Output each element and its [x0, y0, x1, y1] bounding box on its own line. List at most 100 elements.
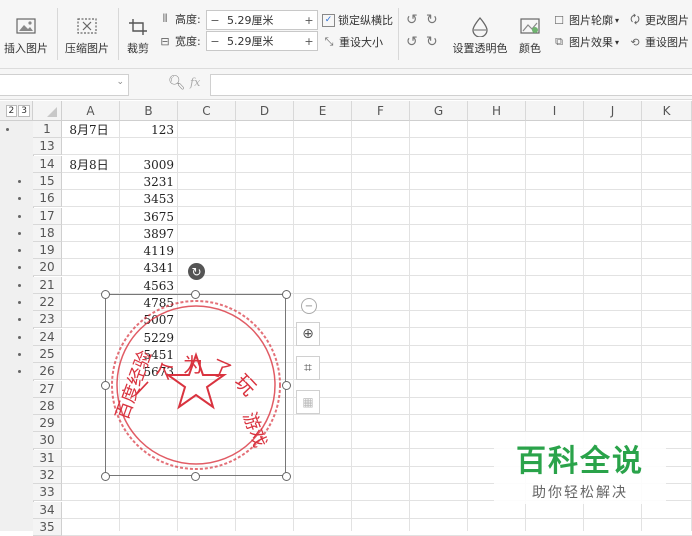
width-value[interactable]: 5.29厘米: [223, 33, 301, 49]
cell-b14[interactable]: 3009: [120, 156, 174, 173]
row-header-29[interactable]: 29: [33, 415, 62, 432]
row-header-20[interactable]: 20: [33, 259, 62, 276]
row-header-28[interactable]: 28: [33, 398, 62, 415]
reset-picture-button[interactable]: ⟲ 重设图片: [628, 34, 689, 50]
column-header-a[interactable]: A: [62, 101, 120, 121]
column-gridline: [409, 121, 410, 531]
rotate-left-icon: ↺: [406, 12, 418, 28]
row-header-25[interactable]: 25: [33, 346, 62, 363]
height-spinner[interactable]: − 5.29厘米 +: [206, 10, 318, 30]
row-header-17[interactable]: 17: [33, 208, 62, 225]
row-header-14[interactable]: 14: [33, 156, 62, 173]
cell-b20[interactable]: 4341: [120, 259, 174, 276]
column-header-c[interactable]: C: [178, 101, 236, 121]
height-icon: ⫴: [162, 12, 168, 25]
cell-a14[interactable]: 8月8日: [62, 156, 116, 173]
rotate-right-icon: ↻: [426, 12, 438, 28]
name-box-dropdown-icon[interactable]: ⌄: [116, 77, 124, 87]
row-header-32[interactable]: 32: [33, 467, 62, 484]
row-header-21[interactable]: 21: [33, 277, 62, 294]
resize-handle[interactable]: [100, 380, 110, 390]
cell-b19[interactable]: 4119: [120, 242, 174, 259]
row-header-1[interactable]: 1: [33, 121, 62, 138]
column-header-f[interactable]: F: [352, 101, 410, 121]
picture-outline-button[interactable]: ☐ 图片轮廓 ▾: [552, 12, 619, 28]
row-header-16[interactable]: 16: [33, 190, 62, 207]
rotate-left-button[interactable]: ↺: [406, 12, 418, 28]
height-value[interactable]: 5.29厘米: [223, 12, 301, 28]
row-header-33[interactable]: 33: [33, 484, 62, 501]
row-header-35[interactable]: 35: [33, 519, 62, 536]
row-header-19[interactable]: 19: [33, 242, 62, 259]
row-header-24[interactable]: 24: [33, 329, 62, 346]
row-header-31[interactable]: 31: [33, 450, 62, 467]
color-button[interactable]: 颜色: [514, 10, 546, 56]
fx-icon[interactable]: fx: [190, 76, 200, 89]
row-header-26[interactable]: 26: [33, 363, 62, 380]
row-header-18[interactable]: 18: [33, 225, 62, 242]
flip-horizontal-button[interactable]: ↻: [426, 34, 438, 50]
row-header-15[interactable]: 15: [33, 173, 62, 190]
picture-effects-button[interactable]: ⧉ 图片效果 ▾: [552, 34, 619, 50]
height-decrease-button[interactable]: −: [207, 14, 223, 27]
zoom-in-picture-button[interactable]: ⊕: [296, 322, 320, 346]
reset-size-button[interactable]: ⤡ 重设大小: [322, 34, 383, 50]
flip-vertical-button[interactable]: ↺: [406, 34, 418, 50]
outline-level-2-button[interactable]: 2: [5, 104, 18, 117]
select-all-corner[interactable]: [33, 101, 62, 121]
picture-selection-frame: [105, 294, 286, 476]
row-header-34[interactable]: 34: [33, 502, 62, 519]
cell-b16[interactable]: 3453: [120, 190, 174, 207]
reset-size-icon: ⤡: [324, 35, 334, 48]
crop-button[interactable]: 裁剪: [122, 10, 154, 56]
cell-b15[interactable]: 3231: [120, 173, 174, 190]
column-header-e[interactable]: E: [294, 101, 352, 121]
crop-picture-button[interactable]: ⌗: [296, 356, 320, 380]
name-box[interactable]: ⌄: [0, 74, 129, 96]
outline-level-3-button[interactable]: 3: [18, 104, 30, 117]
height-increase-button[interactable]: +: [301, 14, 317, 27]
formula-bar: ⌄ 🔍︎ fx: [0, 69, 692, 100]
cell-b1[interactable]: 123: [120, 121, 174, 138]
cell-b21[interactable]: 4563: [120, 277, 174, 294]
row-header-13[interactable]: 13: [33, 138, 62, 155]
collapse-toolbar-icon[interactable]: −: [301, 298, 317, 314]
column-header-i[interactable]: I: [526, 101, 584, 121]
width-spinner[interactable]: − 5.29厘米 +: [206, 31, 318, 51]
cell-a1[interactable]: 8月7日: [62, 121, 116, 138]
resize-handle[interactable]: [100, 289, 110, 299]
row-header-22[interactable]: 22: [33, 294, 62, 311]
zoom-function-icon[interactable]: 🔍︎: [168, 75, 186, 91]
insert-picture-button[interactable]: 插入图片: [0, 10, 52, 56]
outline-dot: [18, 370, 21, 373]
column-header-g[interactable]: G: [410, 101, 468, 121]
cell-b18[interactable]: 3897: [120, 225, 174, 242]
row-header-30[interactable]: 30: [33, 432, 62, 449]
lock-ratio-checkbox[interactable]: ✓ 锁定纵横比: [322, 12, 393, 28]
column-header-b[interactable]: B: [120, 101, 178, 121]
column-header-k[interactable]: K: [642, 101, 692, 121]
rotate-handle-icon[interactable]: ↻: [188, 263, 205, 280]
set-transparent-color-button[interactable]: 设置透明色: [452, 10, 508, 56]
resize-handle[interactable]: [191, 289, 200, 299]
column-header-j[interactable]: J: [584, 101, 642, 121]
cell-b17[interactable]: 3675: [120, 208, 174, 225]
resize-handle[interactable]: [281, 380, 291, 390]
resize-handle[interactable]: [281, 289, 291, 299]
formula-input[interactable]: [210, 74, 692, 96]
column-header-h[interactable]: H: [468, 101, 526, 121]
width-label: ⊟ 宽度:: [158, 33, 200, 49]
column-header-d[interactable]: D: [236, 101, 294, 121]
resize-handle[interactable]: [100, 471, 110, 481]
change-picture-button[interactable]: 🗘 更改图片: [628, 12, 689, 28]
row-header-27[interactable]: 27: [33, 381, 62, 398]
row-gridline: [62, 518, 692, 519]
picture-effect-button[interactable]: ▦: [296, 390, 320, 414]
resize-handle[interactable]: [281, 471, 291, 481]
width-increase-button[interactable]: +: [301, 35, 317, 48]
row-header-23[interactable]: 23: [33, 311, 62, 328]
rotate-right-button[interactable]: ↻: [426, 12, 438, 28]
resize-handle[interactable]: [191, 471, 200, 481]
compress-picture-button[interactable]: 压缩图片: [63, 10, 111, 56]
width-decrease-button[interactable]: −: [207, 35, 223, 48]
